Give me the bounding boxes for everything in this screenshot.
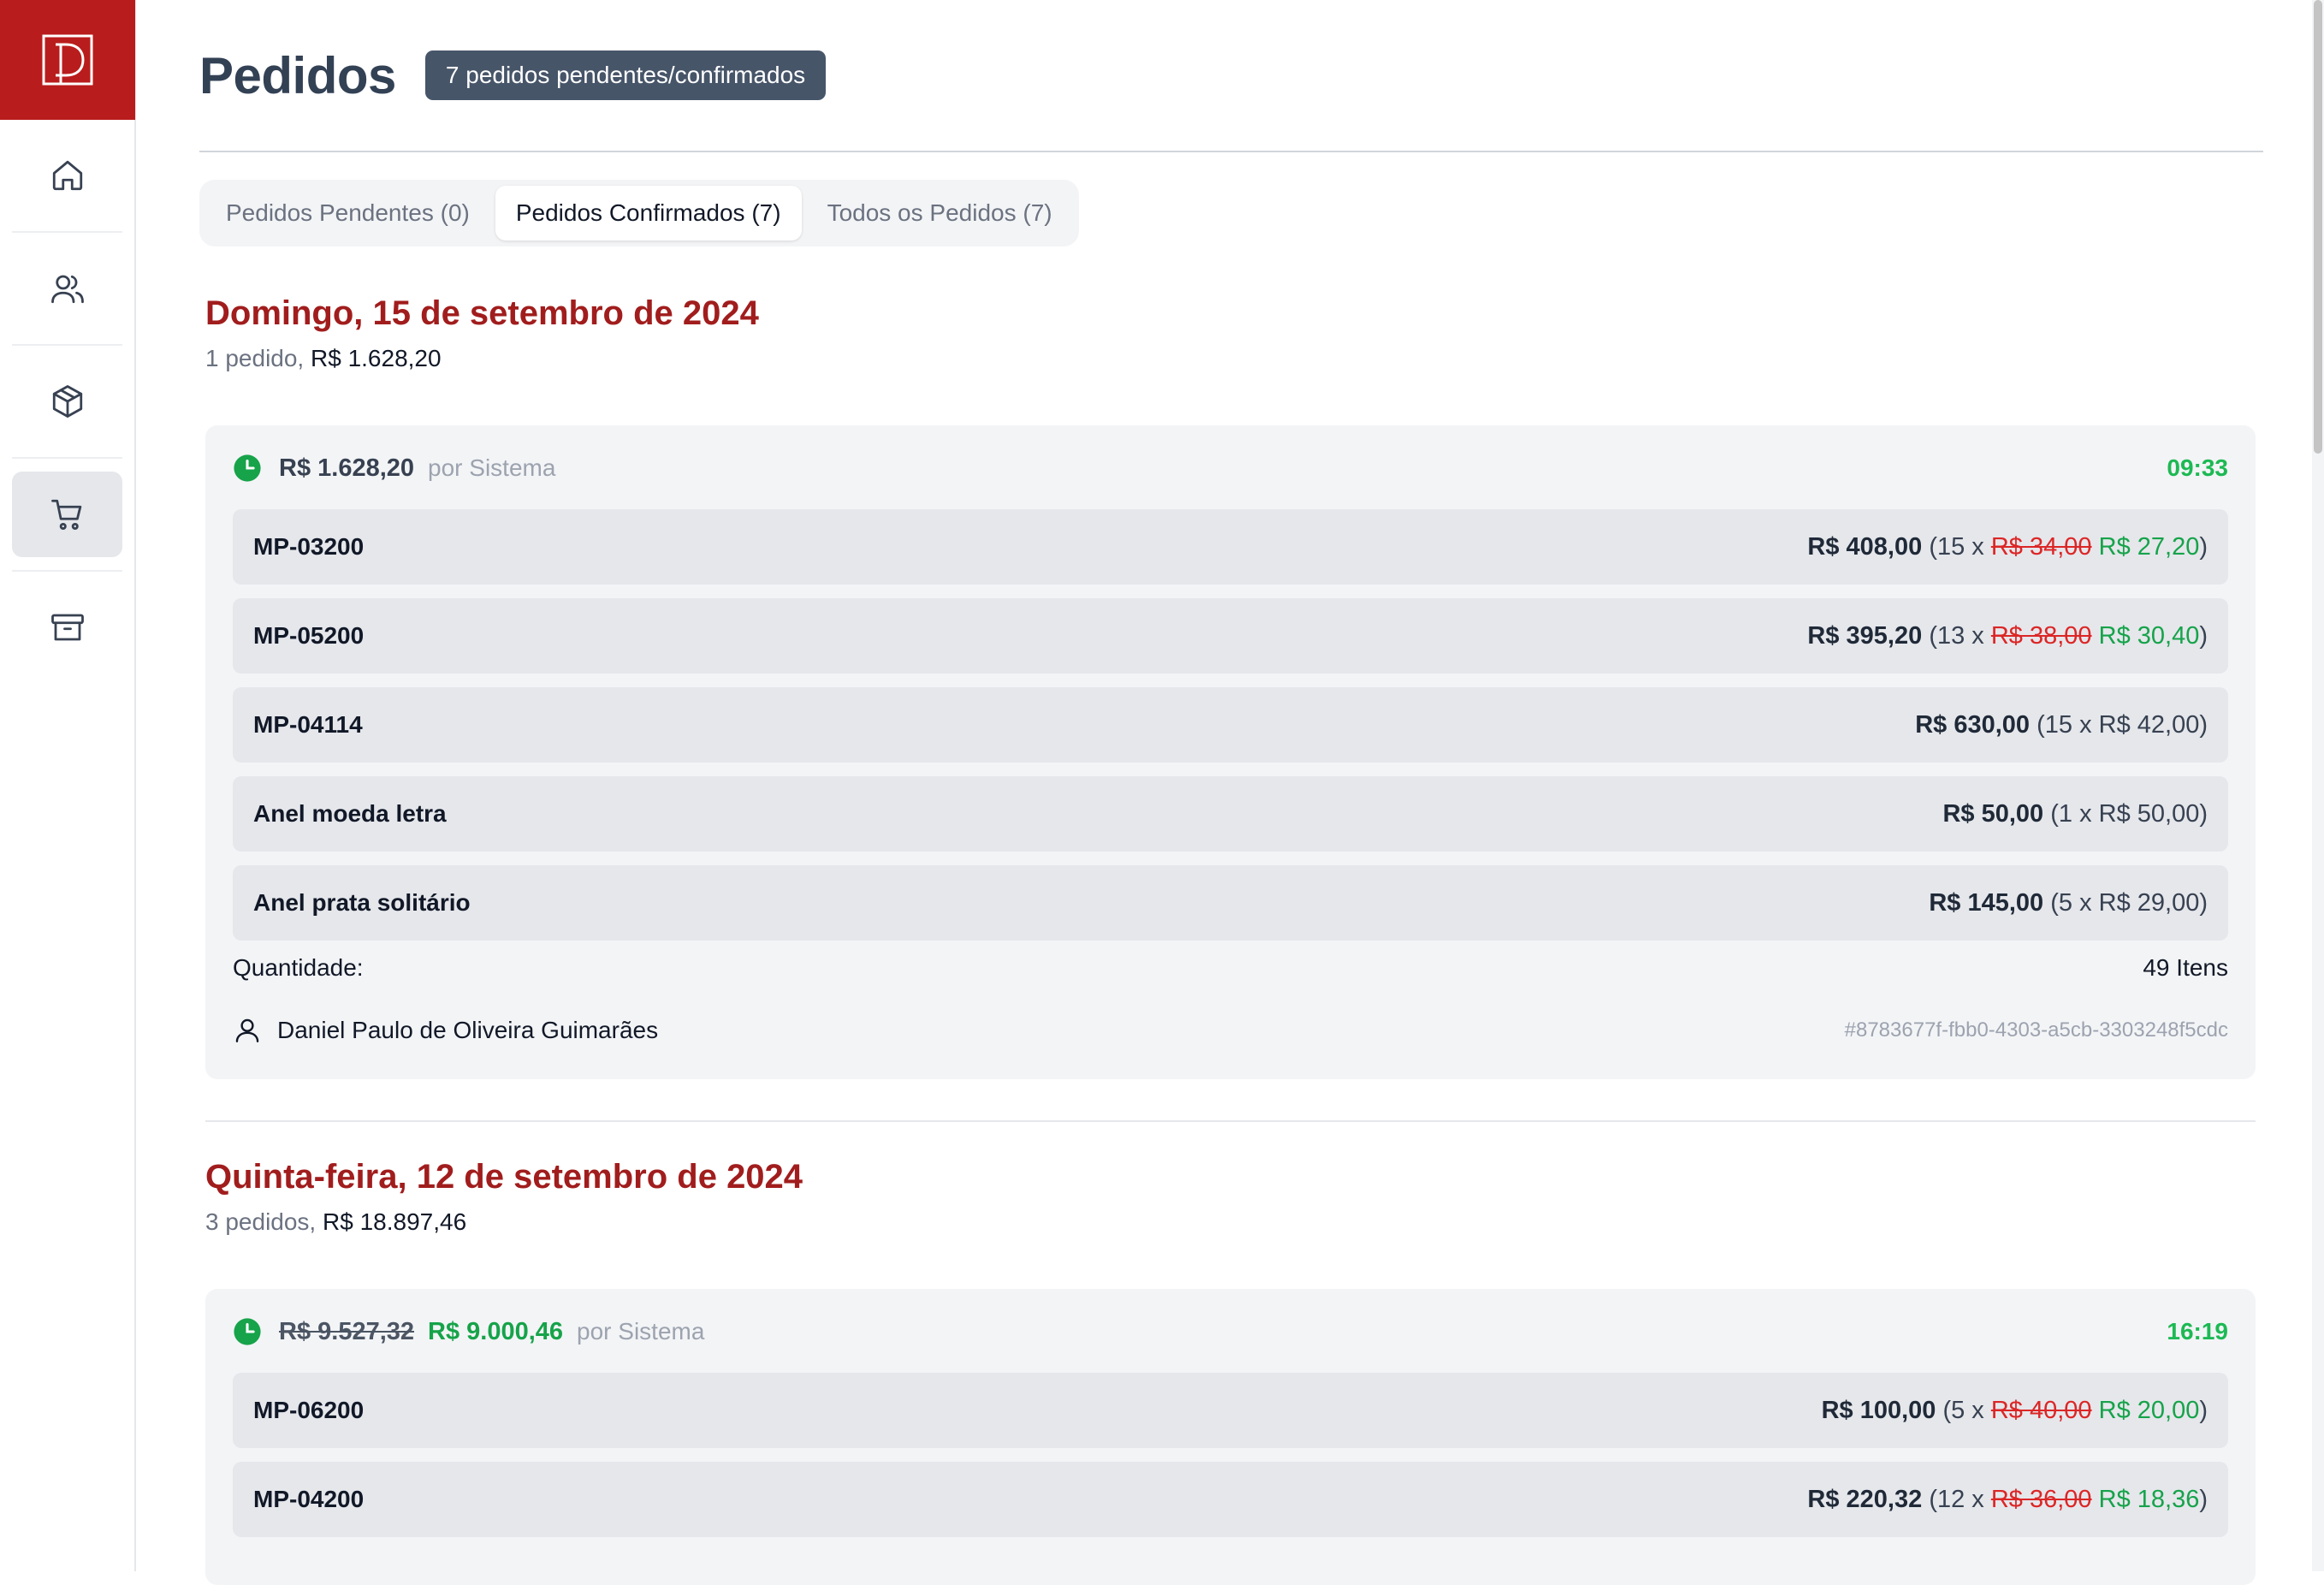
day-summary: 3 pedidos, R$ 18.897,46 [205, 1208, 2256, 1236]
item-name: MP-06200 [253, 1397, 365, 1423]
order-card[interactable]: R$ 1.628,20 por Sistema 09:33 MP-03200 R… [205, 425, 2256, 1079]
order-header: R$ 9.527,32 R$ 9.000,46 por Sistema 16:1… [233, 1315, 2228, 1349]
item-discount-price: R$ 30,40 [2098, 621, 2200, 650]
item-old-price: R$ 34,00 [1990, 532, 2092, 561]
item-price: R$ 50,00 (1 x R$ 50,00) [1942, 799, 2208, 828]
nav-divider [12, 570, 122, 572]
nav-divider [12, 344, 122, 346]
item-name: MP-04114 [253, 711, 363, 738]
day-total: R$ 1.628,20 [311, 345, 442, 371]
item-name: MP-03200 [253, 533, 365, 560]
day-group: Quinta-feira, 12 de setembro de 2024 3 p… [205, 1158, 2256, 1585]
nav-divider [12, 457, 122, 459]
order-total: R$ 1.628,20 [279, 454, 415, 482]
order-header: R$ 1.628,20 por Sistema 09:33 [233, 451, 2228, 485]
order-tabs: Pedidos Pendentes (0) Pedidos Confirmado… [199, 180, 1079, 246]
sidebar-item-archive[interactable] [12, 585, 122, 670]
sidebar [0, 0, 136, 1571]
order-author: por Sistema [577, 1318, 705, 1345]
user-icon [235, 1018, 259, 1042]
order-item: MP-06200 R$ 100,00 (5 x R$ 40,00 R$ 20,0… [233, 1373, 2228, 1448]
order-item: MP-04200 R$ 220,32 (12 x R$ 36,00 R$ 18,… [233, 1462, 2228, 1537]
users-icon [50, 275, 84, 304]
day-group: Domingo, 15 de setembro de 2024 1 pedido… [205, 294, 2256, 1122]
day-order-count: 1 pedido, [205, 345, 305, 371]
item-name: MP-05200 [253, 622, 365, 649]
order-item: MP-03200 R$ 408,00 (15 x R$ 34,00 R$ 27,… [233, 509, 2228, 585]
item-price: R$ 408,00 (15 x R$ 34,00 R$ 27,20) [1807, 532, 2208, 561]
order-item: Anel prata solitário R$ 145,00 (5 x R$ 2… [233, 865, 2228, 941]
item-price: R$ 100,00 (5 x R$ 40,00 R$ 20,00) [1821, 1396, 2208, 1424]
cart-icon [50, 499, 81, 531]
sidebar-item-orders[interactable] [12, 472, 122, 557]
sidebar-item-home[interactable] [12, 133, 122, 218]
item-discount-price: R$ 20,00 [2098, 1396, 2200, 1424]
day-order-count: 3 pedidos, [205, 1208, 317, 1235]
sidebar-item-products[interactable] [12, 359, 122, 444]
day-title: Domingo, 15 de setembro de 2024 [205, 294, 759, 332]
order-time: 16:19 [2167, 1318, 2228, 1345]
day-divider [205, 1120, 2256, 1122]
item-old-price: R$ 38,00 [1990, 621, 2092, 650]
sidebar-item-users[interactable] [12, 246, 122, 331]
home-icon [52, 160, 82, 191]
day-title: Quinta-feira, 12 de setembro de 2024 [205, 1158, 803, 1196]
sidebar-nav [0, 133, 134, 670]
nav-divider [12, 231, 122, 233]
tab-pending[interactable]: Pedidos Pendentes (0) [205, 186, 490, 240]
item-price: R$ 220,32 (12 x R$ 36,00 R$ 18,36) [1807, 1485, 2208, 1513]
main-content: Pedidos 7 pedidos pendentes/confirmados … [199, 0, 2263, 1585]
orders-count-badge: 7 pedidos pendentes/confirmados [424, 50, 827, 100]
quantity-label: Quantidade: [233, 954, 364, 981]
item-name: Anel prata solitário [253, 889, 471, 916]
archive-icon [50, 614, 84, 641]
day-total: R$ 18.897,46 [323, 1208, 467, 1235]
item-price: R$ 145,00 (5 x R$ 29,00) [1929, 888, 2208, 917]
item-discount-price: R$ 18,36 [2098, 1485, 2200, 1513]
item-name: MP-04200 [253, 1486, 365, 1512]
package-icon [52, 385, 82, 418]
item-old-price: R$ 40,00 [1990, 1396, 2092, 1424]
customer: Daniel Paulo de Oliveira Guimarães [233, 1016, 658, 1045]
order-item: MP-04114 R$ 630,00 (15 x R$ 42,00) [233, 687, 2228, 763]
item-price: R$ 395,20 (13 x R$ 38,00 R$ 30,40) [1807, 621, 2208, 650]
order-card[interactable]: R$ 9.527,32 R$ 9.000,46 por Sistema 16:1… [205, 1289, 2256, 1585]
clock-icon [234, 454, 261, 482]
tab-confirmed[interactable]: Pedidos Confirmados (7) [495, 186, 802, 240]
order-time: 09:33 [2167, 454, 2228, 481]
order-id: #8783677f-fbb0-4303-a5cb-3303248f5cdc [1844, 1018, 2228, 1042]
quantity-row: Quantidade: 49 Itens [233, 954, 2228, 982]
order-author: por Sistema [428, 454, 556, 481]
item-old-price: R$ 36,00 [1990, 1485, 2092, 1513]
app-logo[interactable] [0, 0, 135, 120]
order-item: Anel moeda letra R$ 50,00 (1 x R$ 50,00) [233, 776, 2228, 852]
order-old-total: R$ 9.527,32 [279, 1317, 415, 1345]
clock-icon [234, 1318, 261, 1345]
customer-name: Daniel Paulo de Oliveira Guimarães [277, 1017, 659, 1043]
day-summary: 1 pedido, R$ 1.628,20 [205, 345, 2256, 372]
item-discount-price: R$ 27,20 [2098, 532, 2200, 561]
order-total: R$ 9.000,46 [428, 1317, 564, 1345]
scrollbar-thumb[interactable] [2314, 0, 2322, 454]
scrollbar[interactable] [2312, 0, 2324, 1571]
item-price: R$ 630,00 (15 x R$ 42,00) [1915, 710, 2208, 739]
logo-d-icon [42, 34, 93, 86]
page-header: Pedidos 7 pedidos pendentes/confirmados [199, 0, 2263, 152]
tab-all[interactable]: Todos os Pedidos (7) [807, 186, 1073, 240]
order-item: MP-05200 R$ 395,20 (13 x R$ 38,00 R$ 30,… [233, 598, 2228, 674]
customer-row: Daniel Paulo de Oliveira Guimarães #8783… [233, 1016, 2228, 1045]
item-name: Anel moeda letra [253, 800, 447, 827]
quantity-value: 49 Itens [2143, 954, 2228, 981]
page-title: Pedidos [199, 46, 396, 104]
